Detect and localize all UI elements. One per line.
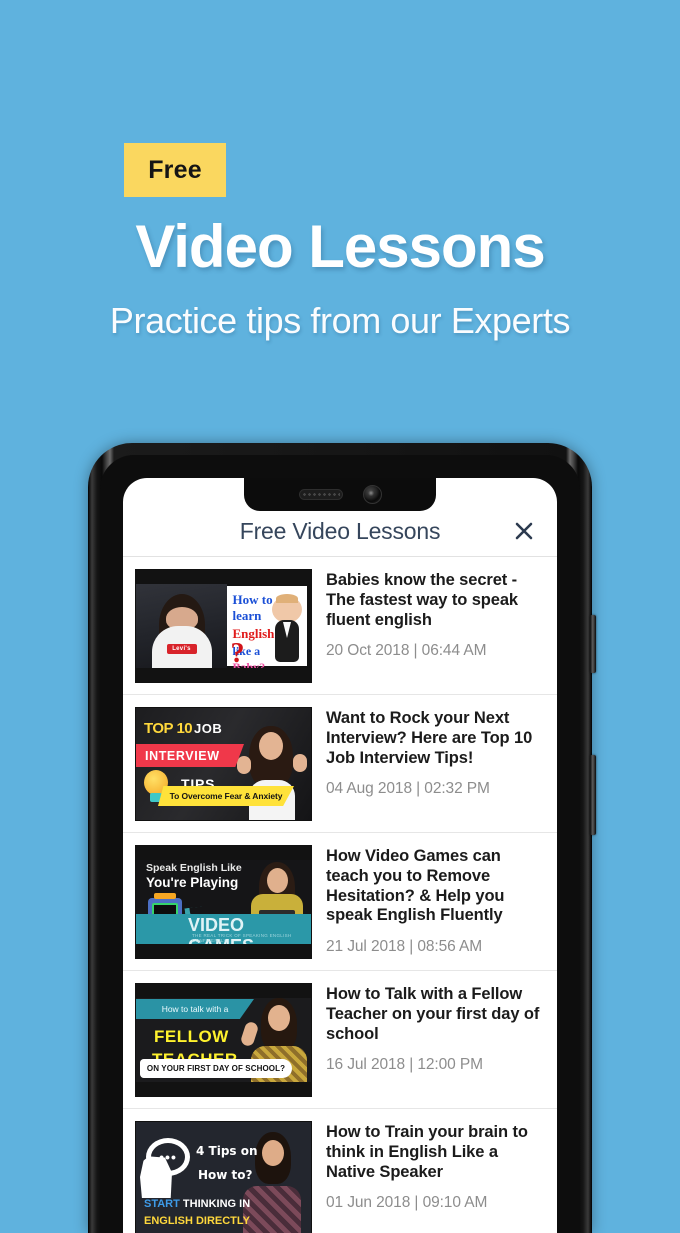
lesson-thumbnail: Speak English Like You're Playing VIDEO … bbox=[135, 845, 312, 959]
phone-mockup: Free Video Lessons Levi's How to learn E… bbox=[88, 443, 596, 1233]
lesson-title: How to Train your brain to think in Engl… bbox=[326, 1123, 528, 1181]
lesson-title: How Video Games can teach you to Remove … bbox=[326, 847, 505, 925]
close-button[interactable] bbox=[507, 514, 541, 548]
volume-rocker-button[interactable] bbox=[590, 615, 596, 673]
thumb-text-line: JOB bbox=[194, 721, 223, 736]
lesson-date: 04 Aug 2018 | 02:32 PM bbox=[326, 780, 490, 798]
thumb-text-line: How to bbox=[232, 592, 273, 607]
thumb-text-line: Speak English Like bbox=[146, 862, 242, 874]
thumb-text-line: INTERVIEW bbox=[145, 748, 220, 763]
thumb-text-line: How to? bbox=[198, 1168, 253, 1182]
lesson-list-item[interactable]: ••• 4 Tips on How to? START THINKING IN … bbox=[123, 1109, 557, 1233]
lesson-thumbnail: Levi's How to learn English like a Baby?… bbox=[135, 569, 312, 683]
baby-illustration bbox=[269, 594, 305, 674]
lesson-list-item[interactable]: Levi's How to learn English like a Baby?… bbox=[123, 557, 557, 695]
question-mark-icon: ? bbox=[230, 638, 245, 669]
phone-screen: Free Video Lessons Levi's How to learn E… bbox=[123, 478, 557, 1233]
phone-bezel: Free Video Lessons Levi's How to learn E… bbox=[100, 455, 580, 1233]
lesson-date: 01 Jun 2018 | 09:10 AM bbox=[326, 1194, 488, 1212]
thumb-banner: ON YOUR FIRST DAY OF SCHOOL? bbox=[140, 1059, 292, 1078]
lesson-thumbnail: How to talk with a FELLOW TEACHER ON YOU… bbox=[135, 983, 312, 1097]
lesson-title: Want to Rock your Next Interview? Here a… bbox=[326, 709, 533, 767]
lesson-date: 16 Jul 2018 | 12:00 PM bbox=[326, 1056, 483, 1074]
hero-section: Free Video Lessons Practice tips from ou… bbox=[0, 0, 680, 440]
thumb-banner: To Overcome Fear & Anxiety bbox=[158, 786, 294, 806]
thumb-text-word: THINKING IN bbox=[179, 1198, 251, 1210]
presenter-illustration bbox=[239, 996, 309, 1096]
thumb-ribbon: How to talk with a bbox=[136, 999, 254, 1019]
lesson-thumbnail: Levi's TOP 10 JOB INTERVIEW TIPS bbox=[135, 707, 312, 821]
phone-notch bbox=[244, 478, 436, 511]
lesson-list: Levi's How to learn English like a Baby?… bbox=[123, 557, 557, 1233]
page-title: Video Lessons bbox=[135, 213, 545, 280]
free-badge: Free bbox=[124, 143, 226, 197]
speech-bubble-icon: ••• bbox=[146, 1138, 190, 1176]
lesson-title: Babies know the secret - The fastest way… bbox=[326, 571, 519, 629]
close-icon bbox=[515, 522, 533, 540]
app-header-title: Free Video Lessons bbox=[239, 518, 441, 544]
thumb-text-line: FELLOW bbox=[154, 1027, 229, 1046]
speaker-grille-icon bbox=[298, 489, 343, 500]
lesson-thumbnail: ••• 4 Tips on How to? START THINKING IN … bbox=[135, 1121, 312, 1233]
lesson-list-item[interactable]: Speak English Like You're Playing VIDEO … bbox=[123, 833, 557, 971]
thumb-text-line: THE REAL TRICK OF SPEAKING ENGLISH CONFI… bbox=[192, 933, 292, 943]
thumb-brand-label: Levi's bbox=[166, 644, 197, 654]
page-subtitle: Practice tips from our Experts bbox=[109, 300, 571, 341]
thumb-text-line: learn bbox=[232, 608, 262, 623]
thumb-text-line: How to talk with a bbox=[161, 1004, 229, 1014]
lesson-date: 21 Jul 2018 | 08:56 AM bbox=[326, 938, 483, 956]
thumb-text-line: TOP 10 bbox=[144, 720, 193, 737]
thumb-text-line: To Overcome Fear & Anxiety bbox=[169, 791, 283, 801]
thumb-banner: VIDEO GAMES THE REAL TRICK OF SPEAKING E… bbox=[136, 914, 311, 956]
thumb-ribbon: INTERVIEW bbox=[136, 744, 244, 767]
lesson-list-item[interactable]: Levi's TOP 10 JOB INTERVIEW TIPS bbox=[123, 695, 557, 833]
thumb-text-line: ENGLISH DIRECTLY bbox=[144, 1215, 250, 1227]
lesson-date: 20 Oct 2018 | 06:44 AM bbox=[326, 642, 487, 660]
lesson-list-item[interactable]: How to talk with a FELLOW TEACHER ON YOU… bbox=[123, 971, 557, 1109]
power-button[interactable] bbox=[590, 755, 596, 835]
thumb-text-line: You're Playing bbox=[146, 875, 239, 890]
front-camera-icon bbox=[362, 485, 382, 504]
thumb-text-line: ON YOUR FIRST DAY OF SCHOOL? bbox=[146, 1064, 286, 1073]
lesson-title: How to Talk with a Fellow Teacher on you… bbox=[326, 985, 540, 1043]
thumb-text-line: START THINKING IN bbox=[144, 1198, 250, 1210]
thumb-text-word: START bbox=[144, 1198, 180, 1210]
thumb-text-line: 4 Tips on bbox=[196, 1144, 258, 1158]
